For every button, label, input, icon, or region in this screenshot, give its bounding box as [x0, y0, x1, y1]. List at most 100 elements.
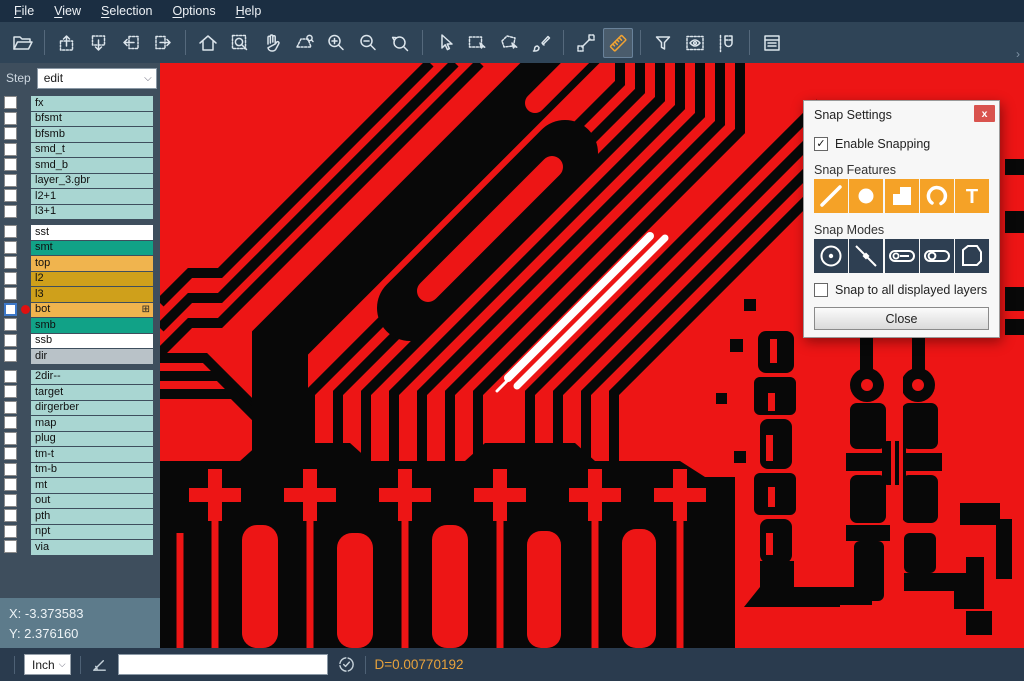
layer-visibility-checkbox[interactable]	[4, 96, 17, 109]
layer-row-l2[interactable]: l2	[0, 272, 160, 287]
layer-visibility-checkbox[interactable]	[4, 303, 17, 316]
layer-visibility-checkbox[interactable]	[4, 174, 17, 187]
layer-row-fx[interactable]: fx	[0, 96, 160, 111]
layer-row-bot[interactable]: bot⊞	[0, 303, 160, 318]
zoom-window-icon-button[interactable]	[225, 28, 255, 58]
open-folder-icon-button[interactable]	[7, 28, 37, 58]
snap-feature-circle-button[interactable]	[849, 179, 883, 213]
layer-visibility-checkbox[interactable]	[4, 463, 17, 476]
zoom-reset-icon-button[interactable]	[385, 28, 415, 58]
layer-visibility-checkbox[interactable]	[4, 256, 17, 269]
layer-row-sst[interactable]: sst	[0, 225, 160, 240]
zoom-poly-icon-button[interactable]	[289, 28, 319, 58]
layer-row-target[interactable]: target	[0, 385, 160, 400]
layer-visibility-checkbox[interactable]	[4, 525, 17, 538]
home-icon-button[interactable]	[193, 28, 223, 58]
pan-hand-icon-button[interactable]	[257, 28, 287, 58]
select-cursor-icon-button[interactable]	[430, 28, 460, 58]
layer-row-smt[interactable]: smt	[0, 241, 160, 256]
layer-visibility-checkbox[interactable]	[4, 478, 17, 491]
layer-visibility-checkbox[interactable]	[4, 370, 17, 383]
snap-feature-line-button[interactable]	[814, 179, 848, 213]
zoom-in-icon-button[interactable]	[321, 28, 351, 58]
layer-row-npt[interactable]: npt	[0, 525, 160, 540]
snap-mode-obround-slot-button[interactable]	[885, 239, 919, 273]
layer-visibility-checkbox[interactable]	[4, 205, 17, 218]
shift-down-icon-button[interactable]	[84, 28, 114, 58]
snap-feature-text-button[interactable]: T	[955, 179, 989, 213]
layer-visibility-checkbox[interactable]	[4, 127, 17, 140]
snap-magnet-icon-button[interactable]	[712, 28, 742, 58]
layer-visibility-checkbox[interactable]	[4, 385, 17, 398]
layers-form-icon-button[interactable]	[757, 28, 787, 58]
close-icon[interactable]: x	[974, 105, 995, 122]
layer-visibility-checkbox[interactable]	[4, 349, 17, 362]
command-input[interactable]	[118, 654, 328, 675]
snap-feature-arc-button[interactable]	[920, 179, 954, 213]
all-layers-checkbox[interactable]	[814, 283, 828, 297]
layer-row-tm-b[interactable]: tm-b	[0, 463, 160, 478]
layer-row-out[interactable]: out	[0, 494, 160, 509]
snap-mode-polygon-button[interactable]	[955, 239, 989, 273]
layer-row-dir[interactable]: dir	[0, 349, 160, 364]
layer-visibility-checkbox[interactable]	[4, 241, 17, 254]
zoom-out-icon-button[interactable]	[353, 28, 383, 58]
snap-mode-obround-circle-button[interactable]	[920, 239, 954, 273]
brush-icon-button[interactable]	[526, 28, 556, 58]
view-eye-icon-button[interactable]	[680, 28, 710, 58]
menu-options[interactable]: Options	[162, 2, 225, 21]
layer-visibility-checkbox[interactable]	[4, 158, 17, 171]
layer-row-smd_b[interactable]: smd_b	[0, 158, 160, 173]
layer-row-l3[interactable]: l3	[0, 287, 160, 302]
layer-row-layer_3.gbr[interactable]: layer_3.gbr	[0, 174, 160, 189]
layer-row-ssb[interactable]: ssb	[0, 334, 160, 349]
menu-selection[interactable]: Selection	[91, 2, 162, 21]
layer-visibility-checkbox[interactable]	[4, 287, 17, 300]
refresh-check-icon[interactable]	[337, 655, 356, 674]
layer-visibility-checkbox[interactable]	[4, 334, 17, 347]
layer-visibility-checkbox[interactable]	[4, 540, 17, 553]
layer-row-pth[interactable]: pth	[0, 509, 160, 524]
snap-feature-pad-button[interactable]	[885, 179, 919, 213]
layer-row-tm-t[interactable]: tm-t	[0, 447, 160, 462]
layer-row-plug[interactable]: plug	[0, 432, 160, 447]
enable-snapping-checkbox[interactable]: ✓	[814, 137, 828, 151]
layer-visibility-checkbox[interactable]	[4, 432, 17, 445]
shift-left-icon-button[interactable]	[116, 28, 146, 58]
layer-visibility-checkbox[interactable]	[4, 272, 17, 285]
snap-mode-nearest-point-button[interactable]	[849, 239, 883, 273]
filter-icon-button[interactable]	[648, 28, 678, 58]
layer-row-smd_t[interactable]: smd_t	[0, 143, 160, 158]
layer-row-via[interactable]: via	[0, 540, 160, 555]
layer-visibility-checkbox[interactable]	[4, 509, 17, 522]
layer-visibility-checkbox[interactable]	[4, 416, 17, 429]
select-rect-icon-button[interactable]	[462, 28, 492, 58]
layer-row-smb[interactable]: smb	[0, 318, 160, 333]
select-poly-icon-button[interactable]	[494, 28, 524, 58]
ruler-icon-button[interactable]	[603, 28, 633, 58]
unit-select[interactable]: Inch ⌵	[24, 654, 71, 675]
layer-visibility-checkbox[interactable]	[4, 318, 17, 331]
layer-visibility-checkbox[interactable]	[4, 447, 17, 460]
step-select[interactable]: edit ⌵	[37, 68, 157, 89]
layer-row-bfsmb[interactable]: bfsmb	[0, 127, 160, 142]
layer-visibility-checkbox[interactable]	[4, 112, 17, 125]
menu-file[interactable]: File	[4, 2, 44, 21]
shift-right-icon-button[interactable]	[148, 28, 178, 58]
layer-row-top[interactable]: top	[0, 256, 160, 271]
layer-visibility-checkbox[interactable]	[4, 143, 17, 156]
layer-row-mt[interactable]: mt	[0, 478, 160, 493]
toolbar-overflow-chevron[interactable]: ›	[1016, 47, 1020, 61]
measure-line-icon-button[interactable]	[571, 28, 601, 58]
shift-up-icon-button[interactable]	[52, 28, 82, 58]
angle-measure-icon[interactable]	[90, 655, 109, 674]
layer-row-dirgerber[interactable]: dirgerber	[0, 401, 160, 416]
layer-row-bfsmt[interactable]: bfsmt	[0, 112, 160, 127]
menu-help[interactable]: Help	[226, 2, 272, 21]
layer-row-2dir--[interactable]: 2dir--	[0, 370, 160, 385]
layer-row-map[interactable]: map	[0, 416, 160, 431]
layer-visibility-checkbox[interactable]	[4, 189, 17, 202]
snap-mode-center-button[interactable]	[814, 239, 848, 273]
layer-visibility-checkbox[interactable]	[4, 401, 17, 414]
layer-row-l3+1[interactable]: l3+1	[0, 205, 160, 220]
